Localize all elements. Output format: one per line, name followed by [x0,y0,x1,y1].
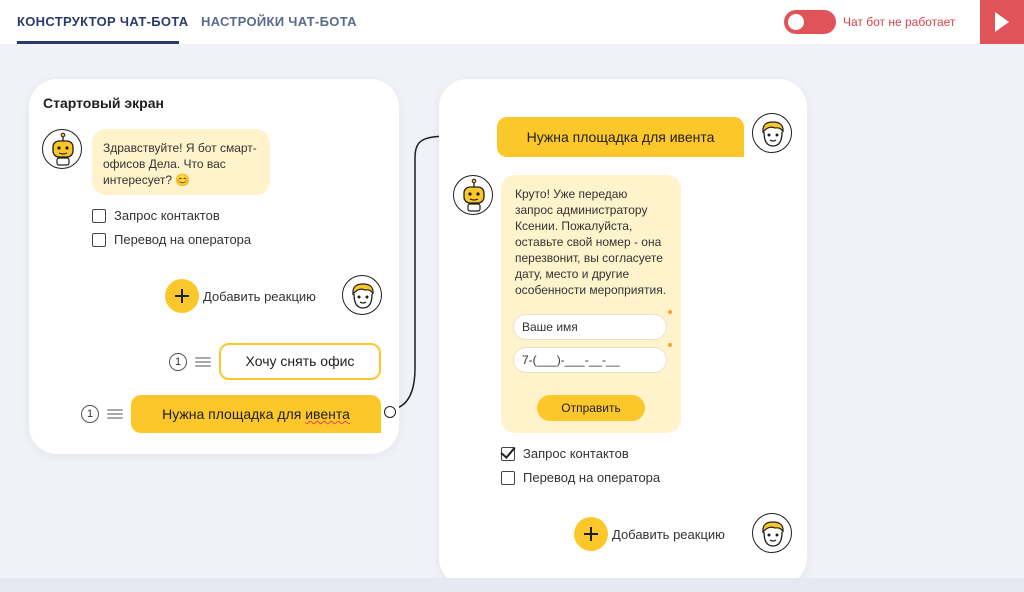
tab-constructor[interactable]: КОНСТРУКТОР ЧАТ-БОТА [17,14,188,29]
plus-icon [574,517,608,551]
play-icon [995,12,1009,32]
bot-message-text: Круто! Уже передаю запрос администратору… [515,187,667,297]
required-marker [668,343,672,347]
checkbox-label: Перевод на оператора [523,470,661,485]
checkbox-label: Запрос контактов [114,208,220,223]
checkbox-transfer-operator[interactable]: Перевод на оператора [92,232,251,247]
checkbox-request-contacts[interactable]: Запрос контактов [92,208,220,223]
phone-input[interactable]: 7-(___)-___-__-__ [513,347,667,373]
checkbox-label: Перевод на оператора [114,232,252,247]
checkbox-request-contacts[interactable]: Запрос контактов [501,446,629,461]
checkbox-transfer-operator[interactable]: Перевод на оператора [501,470,660,485]
card-title: Стартовый экран [43,95,164,111]
bot-message-bubble[interactable]: Круто! Уже передаю запрос администратору… [501,175,681,433]
reply-number-badge: 1 [169,353,187,371]
reply-button-event-venue[interactable]: Нужна площадка для ивента [131,395,381,433]
reply-number-badge: 1 [81,405,99,423]
event-venue-card: Нужна площадка для ивента Круто! Уже пер… [439,79,807,586]
start-screen-card: Стартовый экран Здравствуйте! Я бот смар… [29,79,399,454]
bot-status-toggle[interactable] [784,10,836,34]
run-button[interactable] [980,0,1024,44]
canvas-bottom-edge [0,578,1024,592]
robot-icon [42,129,82,169]
checkbox-box[interactable] [92,232,106,247]
reply-label-word: ивента [305,406,350,422]
checkbox-box[interactable] [501,446,515,461]
drag-handle-icon[interactable] [107,409,123,419]
connector-handle[interactable] [384,406,396,418]
required-marker [668,310,672,314]
checkbox-label: Запрос контактов [523,446,629,461]
add-reaction-label: Добавить реакцию [612,526,725,542]
plus-icon [165,279,199,313]
drag-handle-icon[interactable] [195,357,211,367]
bot-status-text: Чат бот не работает [843,15,956,29]
active-tab-indicator [17,41,179,44]
user-face-icon [752,513,792,553]
add-reaction-button[interactable]: Добавить реакцию [165,279,316,313]
name-input[interactable]: Ваше имя [513,314,667,340]
reply-button-rent-office[interactable]: Хочу снять офис [219,343,381,380]
user-message-bubble[interactable]: Нужна площадка для ивента [497,117,744,157]
top-bar: КОНСТРУКТОР ЧАТ-БОТА НАСТРОЙКИ ЧАТ-БОТА … [0,0,1024,44]
checkbox-box[interactable] [92,208,106,223]
user-face-icon [342,275,382,315]
robot-icon [453,175,493,215]
toggle-knob [788,14,804,30]
reply-label: Нужна площадка для [162,406,306,422]
submit-button[interactable]: Отправить [537,395,645,421]
add-reaction-button[interactable]: Добавить реакцию [574,517,725,551]
add-reaction-label: Добавить реакцию [203,288,316,304]
tab-settings[interactable]: НАСТРОЙКИ ЧАТ-БОТА [201,14,357,29]
checkbox-box[interactable] [501,470,515,485]
user-face-icon [752,113,792,153]
bot-message-bubble[interactable]: Здравствуйте! Я бот смарт-офисов Дела. Ч… [92,129,270,195]
